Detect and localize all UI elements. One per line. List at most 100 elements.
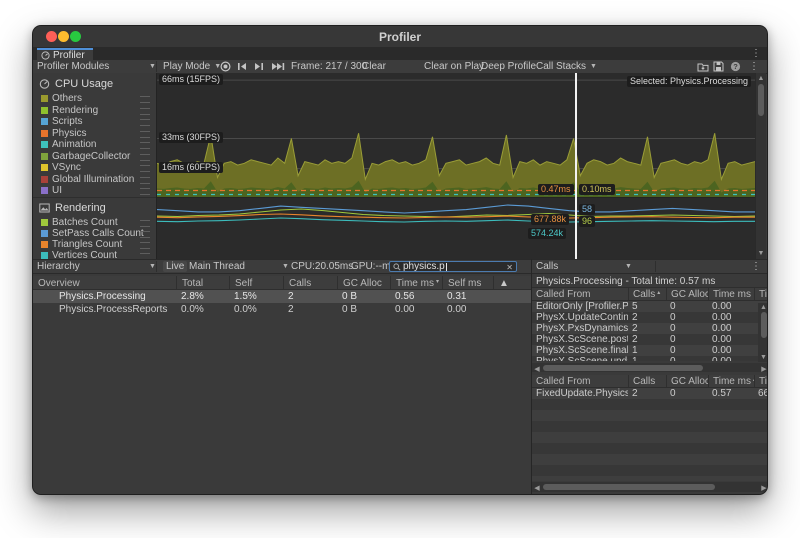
legend-item-triangles[interactable]: Triangles Count (33, 239, 156, 250)
drag-handle-icon[interactable] (140, 220, 150, 227)
column-called-from[interactable]: Called From (532, 375, 628, 387)
column-ti[interactable]: Ti (754, 288, 768, 300)
column-ti[interactable]: Ti (754, 375, 768, 387)
clear-button[interactable]: Clear (362, 60, 386, 73)
legend-item-vsync[interactable]: VSync (33, 162, 156, 173)
column-gc-alloc[interactable]: GC Alloc (666, 375, 708, 387)
column-time-ms[interactable]: Time ms▴ (708, 375, 754, 387)
cpu-usage-chart[interactable] (157, 73, 755, 197)
column-self[interactable]: Self (229, 276, 283, 289)
column-calls[interactable]: Calls (628, 375, 666, 387)
scroll-right-icon[interactable]: ▶ (760, 365, 768, 373)
table-row[interactable]: EditorOnly [Profiler.ParseT500.00 (532, 301, 768, 312)
calls-to-hscrollbar[interactable]: ◀ ▶ (532, 482, 768, 492)
legend-item-scripts[interactable]: Scripts (33, 116, 156, 127)
scrollbar-thumb[interactable] (761, 312, 767, 338)
thread-dropdown[interactable]: Main Thread (189, 260, 245, 273)
column-warning[interactable]: ▲ (493, 276, 531, 289)
drag-handle-icon[interactable] (140, 108, 150, 115)
legend-item-global-illumination[interactable]: Global Illumination (33, 174, 156, 185)
help-icon[interactable]: ? (730, 60, 741, 73)
called-from-hscrollbar[interactable]: ◀ ▶ (532, 363, 768, 372)
scrollbar-thumb[interactable] (543, 365, 703, 371)
column-gc-alloc[interactable]: GC Alloc (337, 276, 390, 289)
profiler-modules-dropdown[interactable]: Profiler Modules (37, 60, 109, 73)
toolbar-menu-icon[interactable]: ⋮ (749, 60, 759, 73)
next-frame-button[interactable] (254, 60, 264, 73)
clear-search-icon[interactable]: ✕ (506, 263, 513, 272)
play-mode-dropdown[interactable]: Play Mode▼ (163, 60, 221, 73)
column-calls[interactable]: Calls▴ (628, 288, 666, 300)
legend-item-physics[interactable]: Physics (33, 128, 156, 139)
drag-handle-icon[interactable] (140, 177, 150, 184)
legend-item-animation[interactable]: Animation (33, 139, 156, 150)
scrollbar-thumb[interactable] (543, 484, 715, 490)
scroll-left-icon[interactable]: ◀ (533, 484, 541, 492)
module-header-cpu[interactable]: CPU Usage (33, 76, 156, 91)
load-profile-button[interactable] (697, 60, 709, 73)
legend-item-others[interactable]: Others (33, 93, 156, 104)
legend-item-rendering[interactable]: Rendering (33, 105, 156, 116)
charts-scrollbar[interactable]: ▲ ▼ (755, 73, 766, 259)
search-field[interactable]: physics.p ✕ (389, 261, 517, 272)
scroll-down-icon[interactable]: ▼ (758, 354, 768, 361)
search-icon (393, 263, 401, 271)
table-row[interactable]: FixedUpdate.PhysicsFixec2 00.57 66 (532, 388, 768, 399)
clear-on-play-toggle[interactable]: Clear on Play (424, 60, 484, 73)
drag-handle-icon[interactable] (140, 242, 150, 249)
save-profile-button[interactable] (713, 60, 724, 73)
prev-frame-button[interactable] (237, 60, 247, 73)
tabbar-menu-icon[interactable]: ⋮ (751, 49, 761, 59)
drag-handle-icon[interactable] (140, 119, 150, 126)
drag-handle-icon[interactable] (140, 131, 150, 138)
hierarchy-mode-dropdown[interactable]: Hierarchy (37, 260, 80, 273)
table-row[interactable]: PhysX.UpdateContinuatio200.00 (532, 312, 768, 323)
column-time-ms[interactable]: Time ms (708, 288, 754, 300)
search-input-value[interactable]: physics.p (403, 261, 445, 272)
selected-frame-line[interactable] (575, 73, 577, 259)
table-row[interactable]: Physics.ProcessReports 0.0%0.0% 20 B 0.0… (33, 303, 531, 316)
column-called-from[interactable]: Called From (532, 288, 628, 300)
legend-item-batches[interactable]: Batches Count (33, 217, 156, 228)
drag-handle-icon[interactable] (140, 154, 150, 161)
tab-profiler[interactable]: Profiler (37, 48, 93, 60)
legend-item-ui[interactable]: UI (33, 185, 156, 196)
live-toggle[interactable]: Live (163, 261, 187, 272)
column-total[interactable]: Total (176, 276, 229, 289)
drag-handle-icon[interactable] (140, 165, 150, 172)
chart-area[interactable]: 66ms (15FPS) 33ms (30FPS) 16ms (60FPS) S… (157, 73, 755, 259)
current-frame-button[interactable] (271, 60, 285, 73)
table-row[interactable]: Physics.Processing 2.8%1.5% 20 B 0.560.3… (33, 290, 531, 303)
drag-handle-icon[interactable] (140, 142, 150, 149)
scroll-down-icon[interactable]: ▼ (756, 250, 766, 257)
column-gc-alloc[interactable]: GC Alloc (666, 288, 708, 300)
legend-item-garbagecollector[interactable]: GarbageCollector (33, 151, 156, 162)
selection-summary: Physics.Processing - Total time: 0.57 ms (532, 274, 768, 288)
details-view-dropdown[interactable]: Calls (536, 260, 558, 273)
deep-profile-toggle[interactable]: Deep Profile (481, 60, 536, 73)
details-menu-icon[interactable]: ⋮ (751, 260, 761, 273)
drag-handle-icon[interactable] (140, 188, 150, 195)
table-row[interactable]: PhysX.ScScene.finalizatic100.00 (532, 345, 768, 356)
scrollbar-thumb[interactable] (758, 84, 764, 116)
column-time-ms[interactable]: Time ms▾ (390, 276, 442, 289)
table-row[interactable]: PhysX.PxsDynamics.creat200.00 (532, 323, 768, 334)
column-self-ms[interactable]: Self ms (442, 276, 493, 289)
module-header-rendering[interactable]: Rendering (33, 200, 156, 215)
column-calls[interactable]: Calls (283, 276, 337, 289)
table-row[interactable]: PhysX.ScScene.updateCC100.00 (532, 356, 768, 361)
scroll-up-icon[interactable]: ▲ (758, 304, 768, 311)
drag-handle-icon[interactable] (140, 231, 150, 238)
record-button[interactable] (220, 60, 231, 73)
hierarchy-panel: Overview Total Self Calls GC Alloc Time … (33, 274, 531, 495)
drag-handle-icon[interactable] (140, 96, 150, 103)
column-overview[interactable]: Overview (33, 276, 176, 289)
scroll-right-icon[interactable]: ▶ (760, 484, 768, 492)
scroll-left-icon[interactable]: ◀ (533, 365, 541, 373)
call-stacks-dropdown[interactable]: Call Stacks▼ (536, 60, 597, 73)
rendering-chart[interactable] (157, 198, 755, 259)
scroll-up-icon[interactable]: ▲ (756, 75, 766, 82)
legend-item-setpass[interactable]: SetPass Calls Count (33, 228, 156, 239)
table-row[interactable]: PhysX.ScScene.postSolve200.00 (532, 334, 768, 345)
called-from-vscrollbar[interactable]: ▲ ▼ (758, 303, 768, 362)
